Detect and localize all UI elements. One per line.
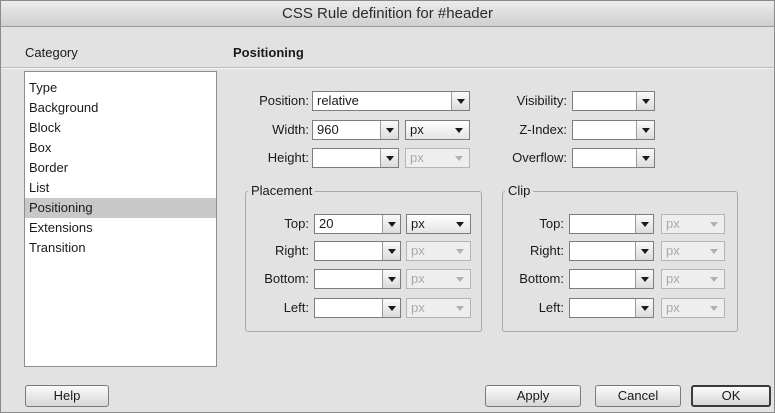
clip-bottom-unit[interactable]: px xyxy=(661,269,725,289)
zindex-input[interactable] xyxy=(572,120,655,140)
clip-title: Clip xyxy=(505,183,534,199)
clip-right-input[interactable] xyxy=(569,241,654,261)
category-item-block[interactable]: Block xyxy=(25,118,216,138)
clip-top-unit[interactable]: px xyxy=(661,214,725,234)
placement-right-unit-value: px xyxy=(411,243,425,258)
chevron-down-icon xyxy=(706,242,722,260)
placement-right-label: Right: xyxy=(275,243,309,258)
clip-left-unit-value: px xyxy=(666,300,680,315)
chevron-down-icon xyxy=(636,121,654,139)
visibility-label: Visibility: xyxy=(516,93,567,108)
height-input[interactable] xyxy=(312,148,399,168)
placement-bottom-unit[interactable]: px xyxy=(406,269,471,289)
chevron-down-icon xyxy=(706,215,722,233)
cancel-button[interactable]: Cancel xyxy=(595,385,681,407)
clip-left-unit[interactable]: px xyxy=(661,298,725,318)
placement-top-value: 20 xyxy=(319,216,334,231)
header-divider-highlight xyxy=(1,68,774,69)
clip-top-label: Top: xyxy=(539,216,564,231)
width-label: Width: xyxy=(272,122,309,137)
category-heading: Category xyxy=(25,45,78,60)
placement-bottom-input[interactable] xyxy=(314,269,401,289)
css-rule-dialog: CSS Rule definition for #header Category… xyxy=(0,0,775,413)
placement-left-unit[interactable]: px xyxy=(406,298,471,318)
chevron-down-icon xyxy=(706,270,722,288)
clip-bottom-input[interactable] xyxy=(569,269,654,289)
category-item-transition[interactable]: Transition xyxy=(25,238,216,258)
category-item-positioning[interactable]: Positioning xyxy=(25,198,216,218)
placement-right-unit[interactable]: px xyxy=(406,241,471,261)
chevron-down-icon xyxy=(451,121,467,139)
placement-top-unit[interactable]: px xyxy=(406,214,471,234)
position-label: Position: xyxy=(259,93,309,108)
overflow-select[interactable] xyxy=(572,148,655,168)
visibility-select[interactable] xyxy=(572,91,655,111)
category-item-box[interactable]: Box xyxy=(25,138,216,158)
category-item-type[interactable]: Type xyxy=(25,78,216,98)
clip-top-unit-value: px xyxy=(666,216,680,231)
placement-top-label: Top: xyxy=(284,216,309,231)
placement-left-unit-value: px xyxy=(411,300,425,315)
category-item-background[interactable]: Background xyxy=(25,98,216,118)
height-label: Height: xyxy=(267,150,309,165)
chevron-down-icon xyxy=(382,270,400,288)
chevron-down-icon xyxy=(635,242,653,260)
category-item-border[interactable]: Border xyxy=(25,158,216,178)
chevron-down-icon xyxy=(635,215,653,233)
position-select[interactable]: relative xyxy=(312,91,470,111)
clip-bottom-unit-value: px xyxy=(666,271,680,286)
zindex-label: Z-Index: xyxy=(519,122,567,137)
chevron-down-icon xyxy=(452,242,468,260)
chevron-down-icon xyxy=(452,270,468,288)
chevron-down-icon xyxy=(382,215,400,233)
height-unit-value: px xyxy=(410,150,424,165)
ok-button[interactable]: OK xyxy=(691,385,771,407)
overflow-label: Overflow: xyxy=(512,150,567,165)
clip-right-unit-value: px xyxy=(666,243,680,258)
window-title: CSS Rule definition for #header xyxy=(1,1,774,27)
placement-top-unit-value: px xyxy=(411,216,425,231)
placement-bottom-label: Bottom: xyxy=(264,271,309,286)
chevron-down-icon xyxy=(636,149,654,167)
chevron-down-icon xyxy=(382,242,400,260)
placement-left-input[interactable] xyxy=(314,298,401,318)
category-item-list[interactable]: List xyxy=(25,178,216,198)
placement-top-input[interactable]: 20 xyxy=(314,214,401,234)
placement-left-label: Left: xyxy=(283,300,309,315)
clip-right-unit[interactable]: px xyxy=(661,241,725,261)
help-button[interactable]: Help xyxy=(25,385,109,407)
chevron-down-icon xyxy=(382,299,400,317)
chevron-down-icon xyxy=(706,299,722,317)
chevron-down-icon xyxy=(451,92,469,110)
clip-top-input[interactable] xyxy=(569,214,654,234)
chevron-down-icon xyxy=(635,299,653,317)
width-value: 960 xyxy=(317,122,339,137)
height-unit-select[interactable]: px xyxy=(405,148,470,168)
placement-right-input[interactable] xyxy=(314,241,401,261)
chevron-down-icon xyxy=(452,215,468,233)
clip-right-label: Right: xyxy=(530,243,564,258)
chevron-down-icon xyxy=(635,270,653,288)
clip-left-input[interactable] xyxy=(569,298,654,318)
apply-button[interactable]: Apply xyxy=(485,385,581,407)
chevron-down-icon xyxy=(452,299,468,317)
chevron-down-icon xyxy=(451,149,467,167)
chevron-down-icon xyxy=(380,121,398,139)
chevron-down-icon xyxy=(380,149,398,167)
category-list[interactable]: Type Background Block Box Border List Po… xyxy=(24,71,217,367)
clip-left-label: Left: xyxy=(538,300,564,315)
placement-bottom-unit-value: px xyxy=(411,271,425,286)
placement-title: Placement xyxy=(248,183,316,199)
clip-bottom-label: Bottom: xyxy=(519,271,564,286)
width-unit-value: px xyxy=(410,122,424,137)
chevron-down-icon xyxy=(636,92,654,110)
width-unit-select[interactable]: px xyxy=(405,120,470,140)
category-item-extensions[interactable]: Extensions xyxy=(25,218,216,238)
width-input[interactable]: 960 xyxy=(312,120,399,140)
section-heading: Positioning xyxy=(233,45,304,60)
position-value: relative xyxy=(317,93,359,108)
